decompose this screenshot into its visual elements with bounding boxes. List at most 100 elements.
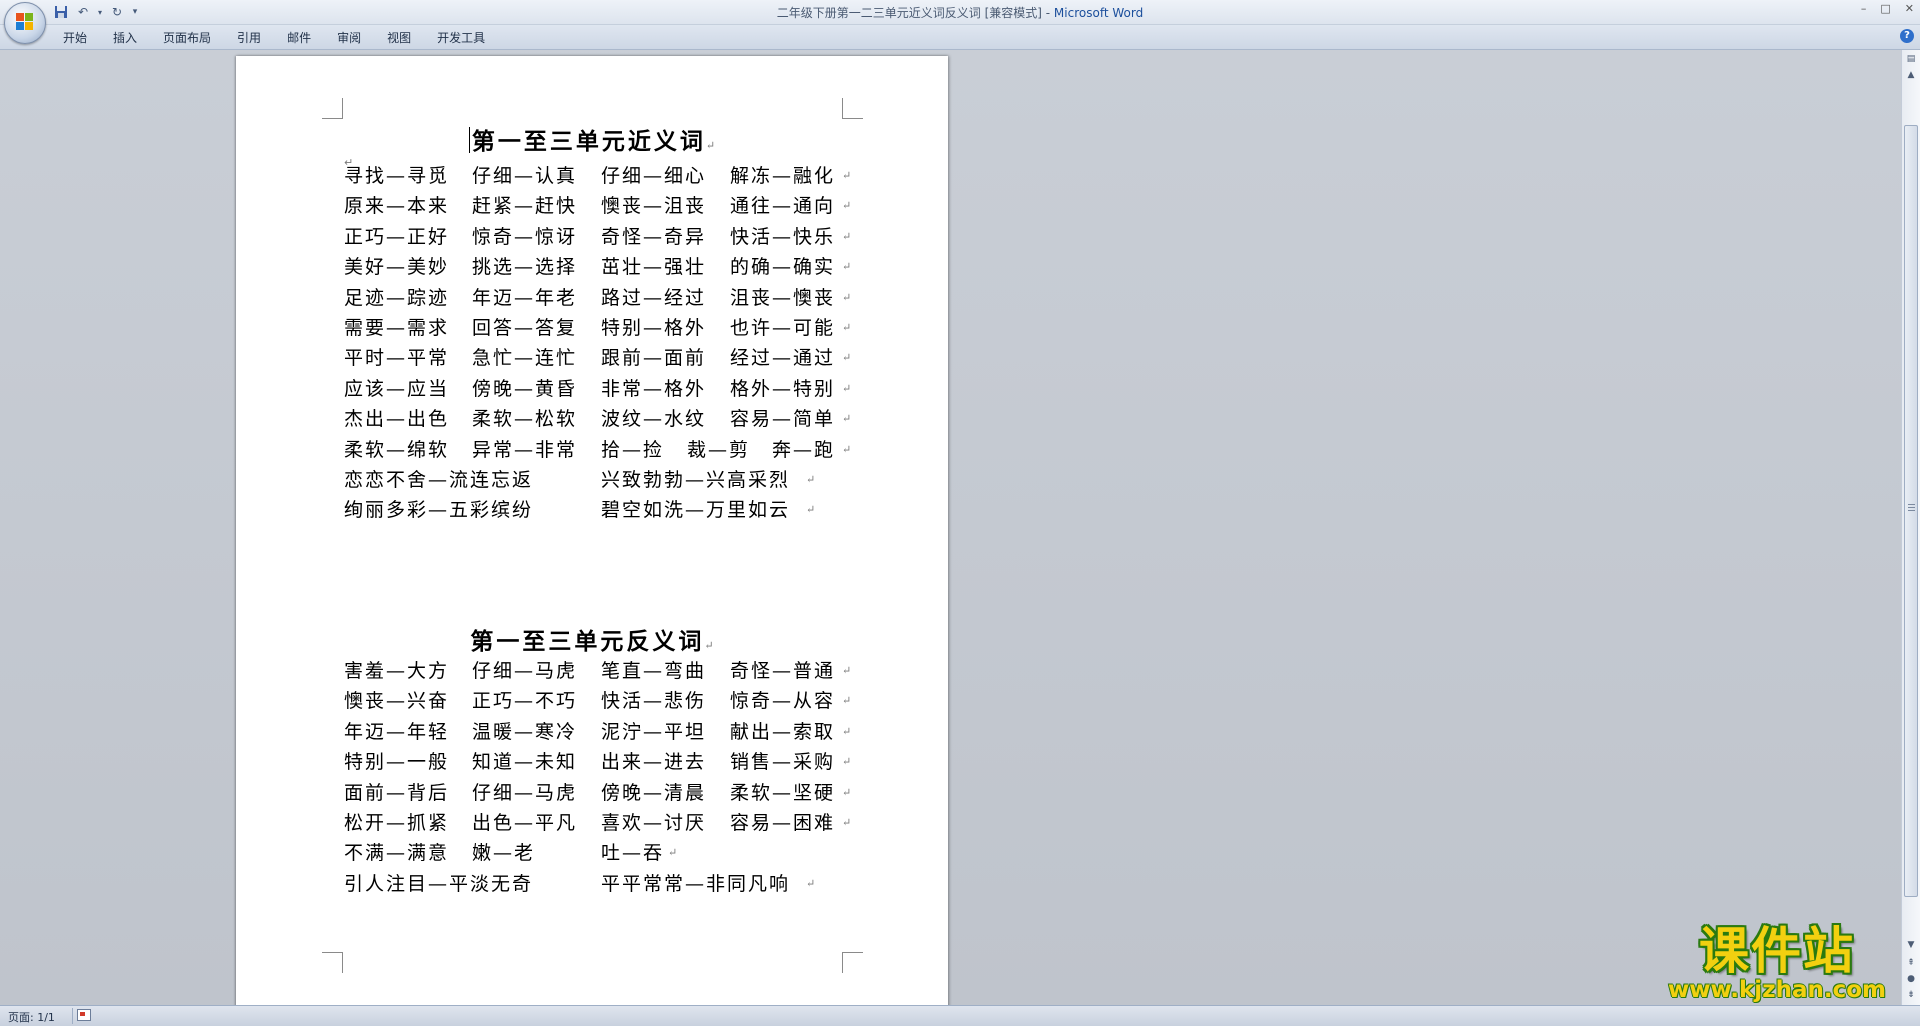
scroll-down-icon[interactable]: ▼ [1904, 938, 1918, 952]
paragraph-mark: ↵ [806, 876, 816, 890]
synonym-pair: 波纹—水纹 [601, 408, 707, 431]
synonym-pair: 恋恋不舍—流连忘返 [344, 469, 534, 491]
synonym-pair: 拾—捡 [601, 438, 665, 461]
tab-insert[interactable]: 插入 [100, 29, 150, 47]
margin-corner-top-left [322, 98, 343, 119]
minimize-button[interactable]: – [1861, 2, 1867, 15]
margin-corner-bottom-right [842, 952, 863, 973]
antonym-pair: 快活—悲伤 [601, 690, 707, 713]
synonym-pair: 快活—快乐 [730, 225, 836, 248]
next-page-icon[interactable]: ⇟ [1904, 988, 1918, 1002]
synonym-pair: 奇怪—奇异 [601, 225, 707, 248]
select-browse-object-icon[interactable]: ● [1904, 972, 1918, 986]
paragraph-mark: ↵ [842, 351, 852, 365]
antonym-pair: 献出—索取 [730, 720, 836, 743]
tab-page-layout[interactable]: 页面布局 [150, 29, 224, 47]
synonym-pair: 柔软—松软 [472, 408, 578, 431]
tab-view[interactable]: 视图 [374, 29, 424, 47]
customize-qat-icon[interactable]: ▾ [130, 3, 140, 21]
undo-dropdown-icon[interactable]: ▾ [96, 3, 104, 21]
redo-icon[interactable]: ↻ [108, 3, 126, 21]
antonym-pair: 特别—一般 [344, 751, 450, 774]
antonym-pair: 出来—进去 [601, 751, 707, 774]
synonym-pair: 杰出—出色 [344, 408, 450, 431]
office-button[interactable] [4, 2, 46, 44]
antonym-pair: 仔细—马虎 [472, 781, 578, 804]
paragraph-mark: ↵ [806, 503, 816, 517]
paragraph-mark: ↵ [705, 139, 716, 152]
paragraph-mark: ↵ [842, 381, 852, 395]
tab-references[interactable]: 引用 [224, 29, 274, 47]
status-separator [72, 1008, 73, 1024]
scrollbar-grip-icon [1908, 504, 1915, 512]
paragraph-mark: ↵ [842, 664, 852, 677]
heading-synonyms: 第一至三单元近义词↵ [236, 122, 948, 156]
synonym-pair: 碧空如洗—万里如云 [601, 499, 791, 522]
synonym-pair: 仔细—认真 [472, 165, 578, 187]
synonym-pair: 足迹—踪迹 [344, 286, 450, 309]
antonym-pair: 知道—未知 [472, 751, 578, 774]
antonym-pair: 笔直—弯曲 [601, 660, 707, 682]
tab-developer[interactable]: 开发工具 [424, 29, 498, 47]
margin-corner-top-right [842, 98, 863, 119]
synonym-pair: 回答—答复 [472, 317, 578, 339]
text-cursor [468, 127, 470, 153]
synonym-pair: 也许—可能 [730, 317, 836, 339]
antonym-pair: 销售—采购 [730, 751, 836, 774]
tab-mailings[interactable]: 邮件 [274, 29, 324, 47]
paragraph-mark: ↵ [842, 412, 852, 426]
maximize-button[interactable]: □ [1880, 2, 1890, 15]
page-count-status[interactable]: 页面: 1/1 [8, 1009, 55, 1025]
document-page[interactable]: 第一至三单元近义词↵ ↵ 寻找—寻觅 仔细—认真 仔细—细心 解冻—融化 ↵ 原来—本来赶… [236, 56, 948, 1011]
scroll-up-icon[interactable]: ▲ [1904, 68, 1918, 82]
synonym-pair: 兴致勃勃—兴高采烈 [601, 469, 791, 491]
synonym-pair: 柔软—绵软 [344, 438, 450, 461]
synonym-pair: 寻找—寻觅 [344, 165, 450, 187]
antonym-pair: 害羞—大方 [344, 660, 450, 682]
heading-antonyms: 第一至三单元反义词↵ [236, 622, 948, 656]
ruler-toggle-icon[interactable]: ▤ [1904, 52, 1918, 66]
macro-recording-icon[interactable] [77, 1009, 91, 1021]
synonym-pair: 原来—本来 [344, 195, 450, 218]
synonym-pair: 的确—确实 [730, 256, 836, 279]
synonym-pair: 特别—格外 [601, 317, 707, 339]
synonym-pair: 非常—格外 [601, 377, 707, 400]
antonym-pair: 引人注目—平淡无奇 [344, 872, 534, 895]
antonym-pair: 惊奇—从容 [730, 690, 836, 713]
synonym-pair: 路过—经过 [601, 286, 707, 309]
antonym-pair: 懊丧—兴奋 [344, 690, 450, 713]
paragraph-mark: ↵ [842, 290, 852, 304]
antonym-pair: 容易—困难 [730, 812, 836, 834]
status-bar: 页面: 1/1 [0, 1005, 1920, 1026]
paragraph-mark: ↵ [842, 199, 852, 213]
vertical-scrollbar[interactable]: ▤ ▲ ▼ ⇞ ● ⇟ [1901, 50, 1920, 1005]
synonym-pair: 绚丽多彩—五彩缤纷 [344, 499, 534, 522]
paragraph-mark: ↵ [842, 755, 852, 769]
scrollbar-thumb[interactable] [1904, 125, 1918, 897]
window-title: 二年级下册第一二三单元近义词反义词 [兼容模式] - Microsoft Wor… [0, 4, 1920, 21]
previous-page-icon[interactable]: ⇞ [1904, 956, 1918, 970]
antonym-pair: 仔细—马虎 [472, 660, 578, 682]
antonym-pair: 面前—背后 [344, 781, 450, 804]
synonym-pair: 格外—特别 [730, 377, 836, 400]
antonym-pair: 平平常常—非同凡响 [601, 872, 791, 895]
synonym-pair: 惊奇—惊讶 [472, 225, 578, 248]
synonym-pair: 奔—跑 [772, 438, 836, 461]
save-icon[interactable] [52, 3, 70, 21]
tab-review[interactable]: 审阅 [324, 29, 374, 47]
document-workspace: 第一至三单元近义词↵ ↵ 寻找—寻觅 仔细—认真 仔细—细心 解冻—融化 ↵ 原来—本来赶… [0, 50, 1901, 1011]
window-title-app: Microsoft Word [1053, 6, 1144, 20]
help-icon[interactable]: ? [1900, 29, 1914, 43]
antonym-pair: 温暖—寒冷 [472, 720, 578, 743]
synonym-pair: 容易—简单 [730, 408, 836, 431]
watermark-url: www.kjzhan.com [1668, 977, 1886, 1003]
ribbon-tabs: 开始 插入 页面布局 引用 邮件 审阅 视图 开发工具 [50, 29, 498, 47]
close-button[interactable]: ✕ [1905, 2, 1914, 15]
undo-icon[interactable]: ↶ [74, 3, 92, 21]
paragraph-mark: ↵ [668, 846, 678, 860]
tab-home[interactable]: 开始 [50, 29, 100, 47]
synonym-pair: 通往—通向 [730, 195, 836, 218]
antonym-pair: 年迈—年轻 [344, 720, 450, 743]
antonym-pair: 吐—吞 [601, 842, 665, 865]
synonym-pair: 正巧—正好 [344, 225, 450, 248]
